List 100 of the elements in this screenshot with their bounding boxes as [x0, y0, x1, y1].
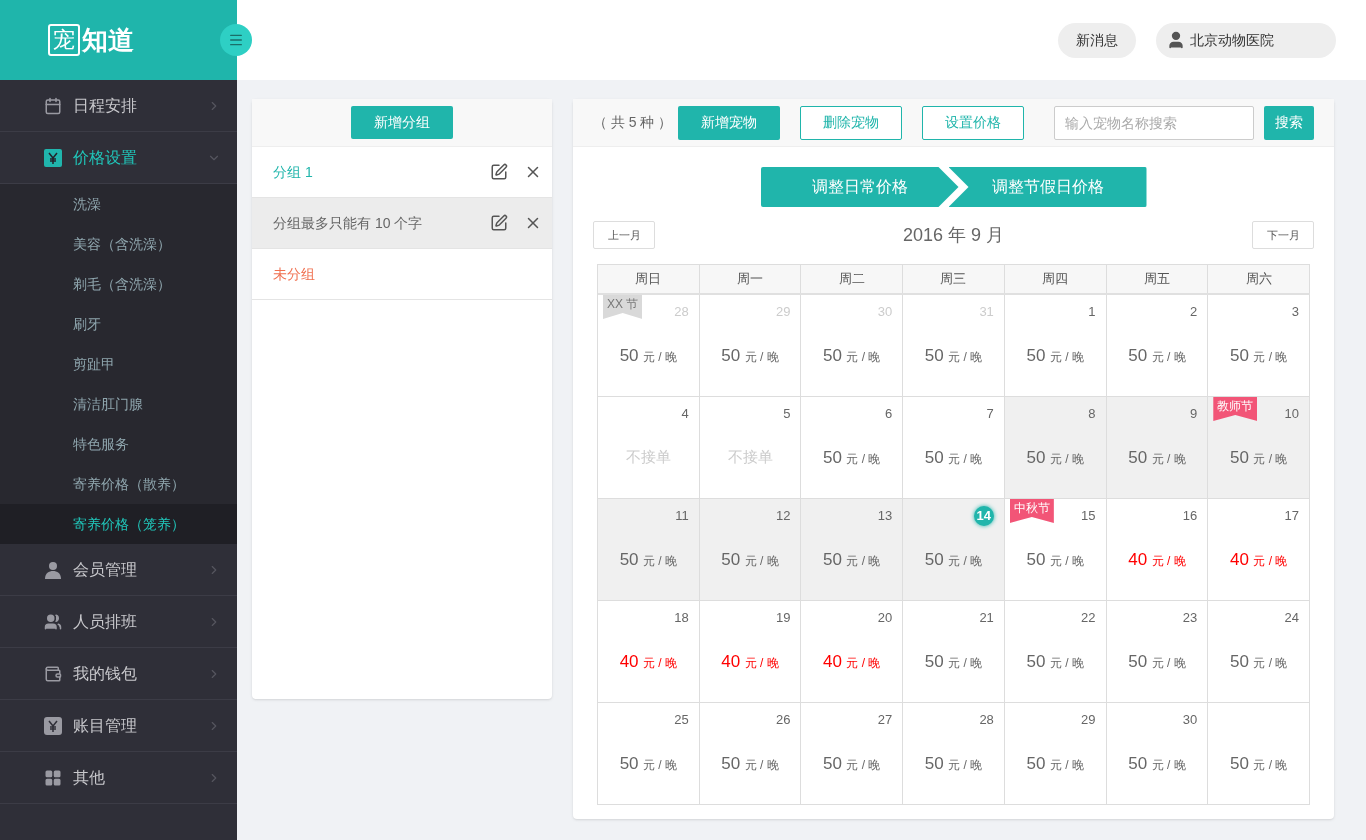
price-text: 40 元 / 晚 [823, 650, 881, 673]
calendar-day[interactable]: 6 50 元 / 晚 [801, 397, 904, 499]
calendar-day[interactable]: 50 元 / 晚 [1208, 703, 1310, 805]
price-text: 50 元 / 晚 [1229, 650, 1288, 673]
calendar-day[interactable]: 17 40 元 / 晚 [1208, 499, 1310, 601]
day-number: 24 [1284, 609, 1299, 628]
logo-text: 知道 [82, 23, 134, 57]
weekday-header: 周二 [801, 265, 904, 293]
submenu-item[interactable]: 美容（含洗澡） [0, 224, 237, 264]
day-number: 23 [1182, 609, 1198, 628]
calendar-day[interactable]: 24 50 元 / 晚 [1208, 601, 1310, 703]
weekday-header: 周六 [1208, 265, 1310, 293]
calendar-day[interactable]: 21 50 元 / 晚 [903, 601, 1005, 703]
calendar-day[interactable]: 22 50 元 / 晚 [1004, 601, 1107, 703]
calendar-day[interactable]: 9 50 元 / 晚 [1106, 397, 1209, 499]
day-number: 21 [979, 609, 994, 628]
calendar-day[interactable]: 11 50 元 / 晚 [598, 499, 700, 601]
submenu-item[interactable]: 剪趾甲 [0, 344, 237, 384]
calendar-day[interactable]: 19 40 元 / 晚 [699, 601, 802, 703]
calendar-day[interactable]: 7 50 元 / 晚 [903, 397, 1005, 499]
calendar-day[interactable]: 18 40 元 / 晚 [598, 601, 700, 703]
day-number: 26 [775, 711, 791, 730]
logo-mark: 宠 [48, 24, 80, 56]
submenu-item[interactable]: 刷牙 [0, 304, 237, 344]
sidebar-item[interactable]: 账目管理 [0, 700, 237, 752]
calendar-day[interactable]: 14 50 元 / 晚 [903, 499, 1005, 601]
calendar-day[interactable]: 29 50 元 / 晚 [1004, 703, 1107, 805]
user-button[interactable]: 北京动物医院 [1156, 22, 1336, 58]
holiday-tag: 中秋节 [1009, 499, 1054, 523]
holiday-tag: XX 节 [603, 295, 643, 319]
day-number: 3 [1291, 303, 1299, 322]
search-field[interactable]: 输入宠物名称搜索 [1054, 105, 1254, 140]
price-text: 50 元 / 晚 [619, 344, 678, 367]
day-number: 29 [1081, 711, 1096, 730]
day-number: 28 [979, 711, 994, 730]
calendar-day[interactable]: 28 50 元 / 晚 [903, 703, 1005, 805]
price-text: 50 元 / 晚 [1229, 752, 1288, 775]
submenu-item[interactable]: 寄养价格（笼养） [0, 504, 237, 544]
price-text: 50 元 / 晚 [823, 446, 881, 469]
day-number: 4 [681, 405, 689, 424]
yen-icon [44, 148, 62, 167]
calendar-day[interactable]: 27 50 元 / 晚 [801, 703, 904, 805]
messages-button[interactable]: 新消息 [1058, 22, 1136, 58]
group-item[interactable]: 分组最多只能有 10 个字 [252, 198, 552, 249]
submenu-item[interactable]: 特色服务 [0, 424, 237, 464]
price-text: 50 元 / 晚 [1026, 752, 1084, 775]
weekday-header: 周四 [1004, 265, 1107, 293]
submenu-item[interactable]: 清洁肛门腺 [0, 384, 237, 424]
price-text: 50 元 / 晚 [619, 752, 678, 775]
price-text: 50 元 / 晚 [721, 548, 779, 571]
calendar-day[interactable]: 13 50 元 / 晚 [801, 499, 904, 601]
calendar-day[interactable]: 8 50 元 / 晚 [1004, 397, 1107, 499]
price-text: 50 元 / 晚 [1128, 752, 1186, 775]
edit-icon[interactable] [490, 214, 508, 232]
calendar-day[interactable]: 3 50 元 / 晚 [1208, 295, 1310, 397]
day-number: 19 [775, 609, 791, 628]
calendar-day[interactable]: 教师节 10 50 元 / 晚 [1208, 397, 1310, 499]
next-month-button[interactable]: 下一月 [1252, 221, 1314, 249]
day-number: 11 [675, 507, 689, 526]
price-text: 40 元 / 晚 [721, 650, 779, 673]
people-icon [44, 612, 62, 631]
menu-button[interactable] [220, 24, 252, 56]
pet-count: （ 共 5 种 ） [593, 113, 673, 132]
calendar-day[interactable]: 25 50 元 / 晚 [598, 703, 700, 805]
price-text: 50 元 / 晚 [924, 446, 983, 469]
day-number: 27 [877, 711, 893, 730]
calendar-icon [44, 96, 62, 115]
user-icon [1166, 30, 1186, 50]
day-number: 18 [674, 609, 689, 628]
calendar-day[interactable]: 26 50 元 / 晚 [699, 703, 802, 805]
edit-icon[interactable] [490, 163, 508, 181]
ledger-icon [44, 716, 62, 735]
day-number: 16 [1182, 507, 1198, 526]
prev-month-button[interactable]: 上一月 [593, 221, 655, 249]
calendar-day[interactable]: 2 50 元 / 晚 [1106, 295, 1209, 397]
submenu-item[interactable]: 寄养价格（散养） [0, 464, 237, 504]
day-number: 7 [986, 405, 994, 424]
price-text: 50 元 / 晚 [721, 344, 779, 367]
day-number: 22 [1081, 609, 1096, 628]
calendar-day[interactable]: 1 50 元 / 晚 [1004, 295, 1107, 397]
calendar-day[interactable]: 16 40 元 / 晚 [1106, 499, 1209, 601]
weekday-header: 周三 [903, 265, 1005, 293]
price-text: 50 元 / 晚 [1128, 650, 1186, 673]
vip-user-icon [44, 560, 62, 579]
submenu-item[interactable]: 洗澡 [0, 184, 237, 224]
calendar-day[interactable]: 12 50 元 / 晚 [699, 499, 802, 601]
day-number: 6 [884, 405, 893, 424]
price-text: 50 元 / 晚 [823, 548, 881, 571]
apps-icon [44, 768, 62, 787]
price-text: 50 元 / 晚 [823, 752, 881, 775]
price-text: 50 元 / 晚 [1229, 344, 1288, 367]
price-text: 50 元 / 晚 [1026, 344, 1084, 367]
price-text: 50 元 / 晚 [924, 344, 983, 367]
calendar-day[interactable]: 30 50 元 / 晚 [1106, 703, 1209, 805]
calendar-day[interactable]: 20 40 元 / 晚 [801, 601, 904, 703]
submenu-item[interactable]: 剃毛（含洗澡） [0, 264, 237, 304]
price-text: 50 元 / 晚 [1026, 650, 1084, 673]
calendar-day[interactable]: 23 50 元 / 晚 [1106, 601, 1209, 703]
calendar-day[interactable]: 中秋节 15 50 元 / 晚 [1004, 499, 1107, 601]
weekday-header: 周日 [598, 265, 700, 293]
